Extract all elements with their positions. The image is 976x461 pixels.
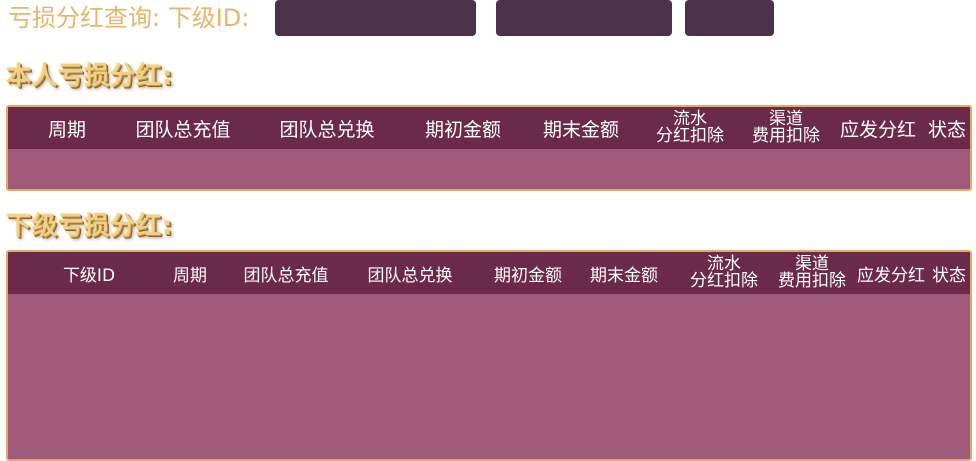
- column-header-label: 状态: [932, 265, 966, 286]
- column-header-channel-fee-deduction: 渠道 费用扣除: [744, 107, 828, 149]
- column-header-label: 期末金额: [590, 265, 658, 286]
- column-header-team-total-exchange: 团队总兑换: [358, 252, 462, 294]
- own-table-body: [8, 149, 970, 189]
- secondary-input[interactable]: [496, 0, 672, 36]
- column-header-label: 应发分红: [839, 118, 916, 141]
- column-header-sublabel: 费用扣除: [752, 126, 820, 146]
- query-bar: 亏损分红查询: 下级ID:: [8, 0, 968, 36]
- column-header-team-total-exchange: 团队总兑换: [270, 107, 384, 149]
- column-header-label: 团队总兑换: [367, 265, 453, 286]
- column-header-label: 期初金额: [494, 265, 562, 286]
- column-header-label: 期末金额: [542, 118, 619, 141]
- column-header-status: 状态: [928, 252, 970, 294]
- column-header-closing-amount: 期末金额: [532, 107, 630, 149]
- column-header-team-total-deposit: 团队总充值: [234, 252, 338, 294]
- column-header-label: 团队总充值: [243, 265, 329, 286]
- subordinate-id-input[interactable]: [275, 0, 476, 36]
- column-header-label: 状态: [927, 118, 966, 141]
- column-header-turnover-dividend-deduction: 流水 分红扣除: [684, 252, 764, 294]
- column-header-sublabel: 费用扣除: [778, 271, 846, 291]
- column-header-sublabel: 分红扣除: [656, 126, 724, 146]
- subordinate-table-header: 下级ID 周期 团队总充值 团队总兑换 期初金额 期末金额 流水 分红扣除 渠道…: [8, 252, 970, 294]
- own-table-header: 周期 团队总充值 团队总兑换 期初金额 期末金额 流水 分红扣除 渠道 费用扣除…: [8, 107, 970, 149]
- column-header-team-total-deposit: 团队总充值: [126, 107, 240, 149]
- column-header-payable-dividend: 应发分红: [852, 252, 930, 294]
- column-header-sublabel: 分红扣除: [690, 271, 758, 291]
- column-header-subordinate-id: 下级ID: [48, 252, 130, 294]
- column-header-channel-fee-deduction: 渠道 费用扣除: [772, 252, 852, 294]
- column-header-label: 周期: [47, 118, 86, 141]
- column-header-period: 周期: [30, 107, 104, 149]
- subordinate-dividend-table: 下级ID 周期 团队总充值 团队总兑换 期初金额 期末金额 流水 分红扣除 渠道…: [6, 250, 972, 461]
- column-header-label: 周期: [173, 265, 207, 286]
- column-header-label: 团队总充值: [135, 118, 231, 141]
- column-header-label: 下级ID: [62, 265, 116, 286]
- column-header-opening-amount: 期初金额: [486, 252, 570, 294]
- column-header-label: 期初金额: [424, 118, 501, 141]
- column-header-status: 状态: [922, 107, 970, 149]
- column-header-turnover-dividend-deduction: 流水 分红扣除: [648, 107, 732, 149]
- subordinate-table-body: [8, 294, 970, 459]
- query-label: 亏损分红查询: 下级ID:: [8, 4, 250, 32]
- column-header-label: 团队总兑换: [279, 118, 375, 141]
- column-header-period: 周期: [158, 252, 222, 294]
- column-header-payable-dividend: 应发分红: [832, 107, 924, 149]
- own-dividend-title: 本人亏损分红:: [6, 61, 173, 90]
- column-header-label: 应发分红: [857, 265, 925, 286]
- search-button[interactable]: [685, 0, 774, 36]
- own-dividend-table: 周期 团队总充值 团队总兑换 期初金额 期末金额 流水 分红扣除 渠道 费用扣除…: [6, 105, 972, 191]
- subordinate-dividend-title: 下级亏损分红:: [6, 211, 173, 240]
- column-header-closing-amount: 期末金额: [582, 252, 666, 294]
- column-header-opening-amount: 期初金额: [414, 107, 512, 149]
